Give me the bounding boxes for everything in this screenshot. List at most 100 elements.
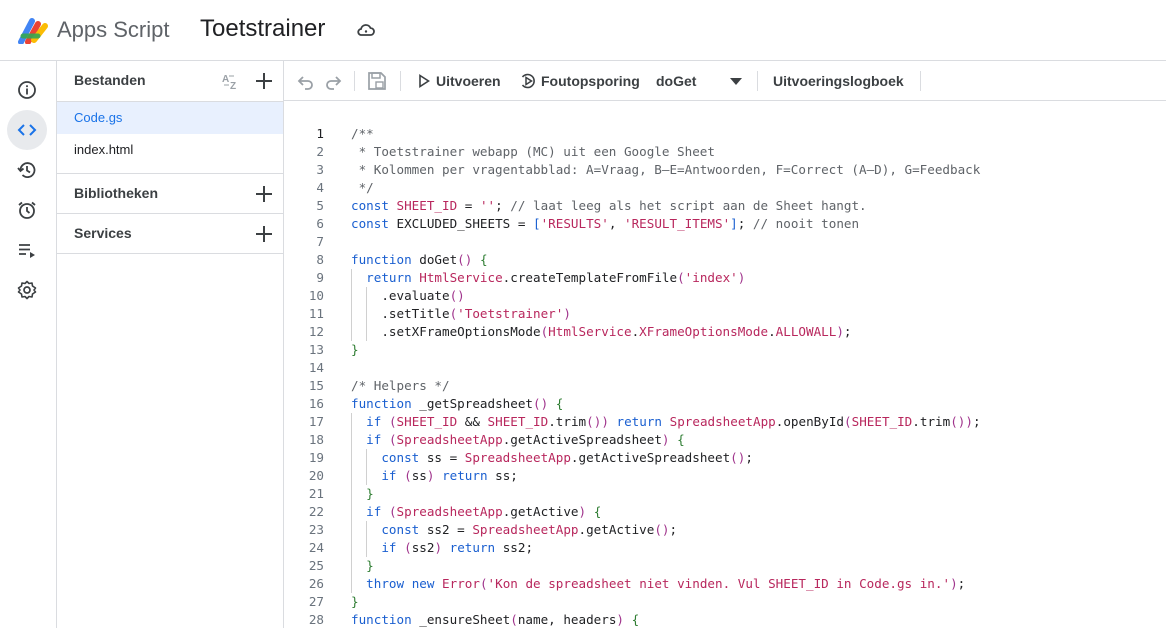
debug-button[interactable]: Foutopsporing: [520, 71, 640, 91]
line-number: 26: [308, 576, 324, 591]
add-library-icon[interactable]: [254, 184, 274, 204]
indent-guide: [351, 467, 352, 485]
app-header: Apps Script Toetstrainer: [0, 0, 1166, 61]
code-line[interactable]: 19 const ss = SpreadsheetApp.getActiveSp…: [284, 449, 1166, 467]
code-text: return HtmlService.createTemplateFromFil…: [366, 270, 746, 285]
files-header: Bestanden A Z: [57, 61, 283, 102]
code-text: * Kolommen per vragentabblad: A=Vraag, B…: [351, 162, 981, 177]
code-area[interactable]: 1 /** 2 * Toetstrainer webapp (MC) uit een…: [284, 125, 1166, 628]
triggers-button[interactable]: [7, 190, 47, 230]
line-number: 23: [308, 522, 324, 537]
editor-button[interactable]: [7, 110, 47, 150]
code-line[interactable]: 18 if (SpreadsheetApp.getActiveSpreadshe…: [284, 431, 1166, 449]
code-line[interactable]: 4 */: [284, 179, 1166, 197]
executions-button[interactable]: [7, 230, 47, 270]
indent-guide: [366, 539, 368, 557]
toolbar-divider: [920, 71, 921, 91]
svg-text:Z: Z: [230, 81, 236, 92]
files-panel: Bestanden A Z Code.gs index.html Bibliot…: [57, 61, 284, 628]
services-section[interactable]: Services: [57, 213, 283, 254]
code-line[interactable]: 1 /**: [284, 125, 1166, 143]
run-label: Uitvoeren: [436, 73, 501, 89]
indent-guide: [351, 305, 352, 323]
code-line[interactable]: 12 .setXFrameOptionsMode(HtmlService.XFr…: [284, 323, 1166, 341]
code-text: }: [351, 594, 359, 609]
code-line[interactable]: 5 const SHEET_ID = ''; // laat leeg als h…: [284, 197, 1166, 215]
app-name: Apps Script: [57, 17, 170, 42]
overview-button[interactable]: [7, 70, 47, 110]
indent-guide: [351, 413, 352, 431]
code-line[interactable]: 15 /* Helpers */: [284, 377, 1166, 395]
function-select[interactable]: doGet: [656, 71, 696, 91]
file-item-index-html[interactable]: index.html: [57, 134, 283, 166]
code-text: throw new Error('Kon de spreadsheet niet…: [366, 576, 966, 591]
code-line[interactable]: 17 if (SHEET_ID && SHEET_ID.trim()) retu…: [284, 413, 1166, 431]
apps-script-logo[interactable]: [18, 16, 50, 44]
code-line[interactable]: 16 function _getSpreadsheet() {: [284, 395, 1166, 413]
chevron-down-icon[interactable]: [730, 78, 742, 85]
line-number: 5: [316, 198, 324, 213]
project-history-button[interactable]: [7, 150, 47, 190]
indent-guide: [366, 287, 368, 305]
indent-guide: [366, 467, 368, 485]
code-line[interactable]: 3 * Kolommen per vragentabblad: A=Vraag,…: [284, 161, 1166, 179]
code-line[interactable]: 9 return HtmlService.createTemplateFromF…: [284, 269, 1166, 287]
code-line[interactable]: 20 if (ss) return ss;: [284, 467, 1166, 485]
code-line[interactable]: 24 if (ss2) return ss2;: [284, 539, 1166, 557]
code-line[interactable]: 13}: [284, 341, 1166, 359]
indent-guide: [351, 287, 352, 305]
libraries-label: Bibliotheken: [74, 185, 159, 201]
libraries-section[interactable]: Bibliotheken: [57, 173, 283, 213]
code-line[interactable]: 6 const EXCLUDED_SHEETS = ['RESULTS', 'RE…: [284, 215, 1166, 233]
project-settings-button[interactable]: [7, 270, 47, 310]
services-label: Services: [74, 225, 132, 241]
code-line[interactable]: 23 const ss2 = SpreadsheetApp.getActive(…: [284, 521, 1166, 539]
code-line[interactable]: 2 * Toetstrainer webapp (MC) uit een Goo…: [284, 143, 1166, 161]
sort-az-icon[interactable]: A Z: [220, 70, 242, 92]
line-number: 18: [308, 432, 324, 447]
code-line[interactable]: 28 function _ensureSheet(name, headers) {: [284, 611, 1166, 628]
code-line[interactable]: 14: [284, 359, 1166, 377]
indent-guide: [351, 431, 352, 449]
indent-guide: [366, 449, 368, 467]
execution-log-button[interactable]: Uitvoeringslogboek: [773, 71, 904, 91]
code-line[interactable]: 10 .evaluate(): [284, 287, 1166, 305]
toolbar-divider: [354, 71, 355, 91]
code-text: }: [351, 342, 359, 357]
line-number: 3: [316, 162, 324, 177]
redo-icon[interactable]: [323, 71, 343, 91]
code-text: .setXFrameOptionsMode(HtmlService.XFrame…: [351, 324, 852, 339]
code-text: if (SpreadsheetApp.getActiveSpreadsheet)…: [366, 432, 685, 447]
save-icon[interactable]: [366, 70, 388, 92]
code-line[interactable]: 21 }: [284, 485, 1166, 503]
file-item-code-gs[interactable]: Code.gs: [57, 102, 283, 134]
code-line[interactable]: 8 function doGet() {: [284, 251, 1166, 269]
undo-icon[interactable]: [296, 71, 316, 91]
code-line[interactable]: 27}: [284, 593, 1166, 611]
run-button[interactable]: Uitvoeren: [418, 71, 501, 91]
line-number: 16: [308, 396, 324, 411]
code-editor[interactable]: 1 /** 2 * Toetstrainer webapp (MC) uit een…: [284, 101, 1166, 628]
code-line[interactable]: 7: [284, 233, 1166, 251]
add-file-icon[interactable]: [254, 71, 274, 91]
code-text: if (ss2) return ss2;: [381, 540, 534, 555]
indent-guide: [351, 503, 352, 521]
line-number: 4: [316, 180, 324, 195]
code-line[interactable]: 25 }: [284, 557, 1166, 575]
code-icon: [17, 124, 37, 136]
line-number: 27: [308, 594, 324, 609]
indent-guide: [351, 485, 352, 503]
indent-guide: [351, 575, 352, 593]
code-line[interactable]: 11 .setTitle('Toetstrainer'): [284, 305, 1166, 323]
execution-log-label: Uitvoeringslogboek: [773, 73, 904, 89]
code-line[interactable]: 22 if (SpreadsheetApp.getActive) {: [284, 503, 1166, 521]
toolbar-divider: [400, 71, 401, 91]
add-service-icon[interactable]: [254, 224, 274, 244]
indent-guide: [351, 449, 352, 467]
code-line[interactable]: 26 throw new Error('Kon de spreadsheet n…: [284, 575, 1166, 593]
project-title[interactable]: Toetstrainer: [200, 15, 325, 43]
line-number: 12: [308, 324, 324, 339]
left-nav-rail: [0, 61, 57, 628]
line-number: 8: [316, 252, 324, 267]
code-text: /**: [351, 126, 374, 141]
